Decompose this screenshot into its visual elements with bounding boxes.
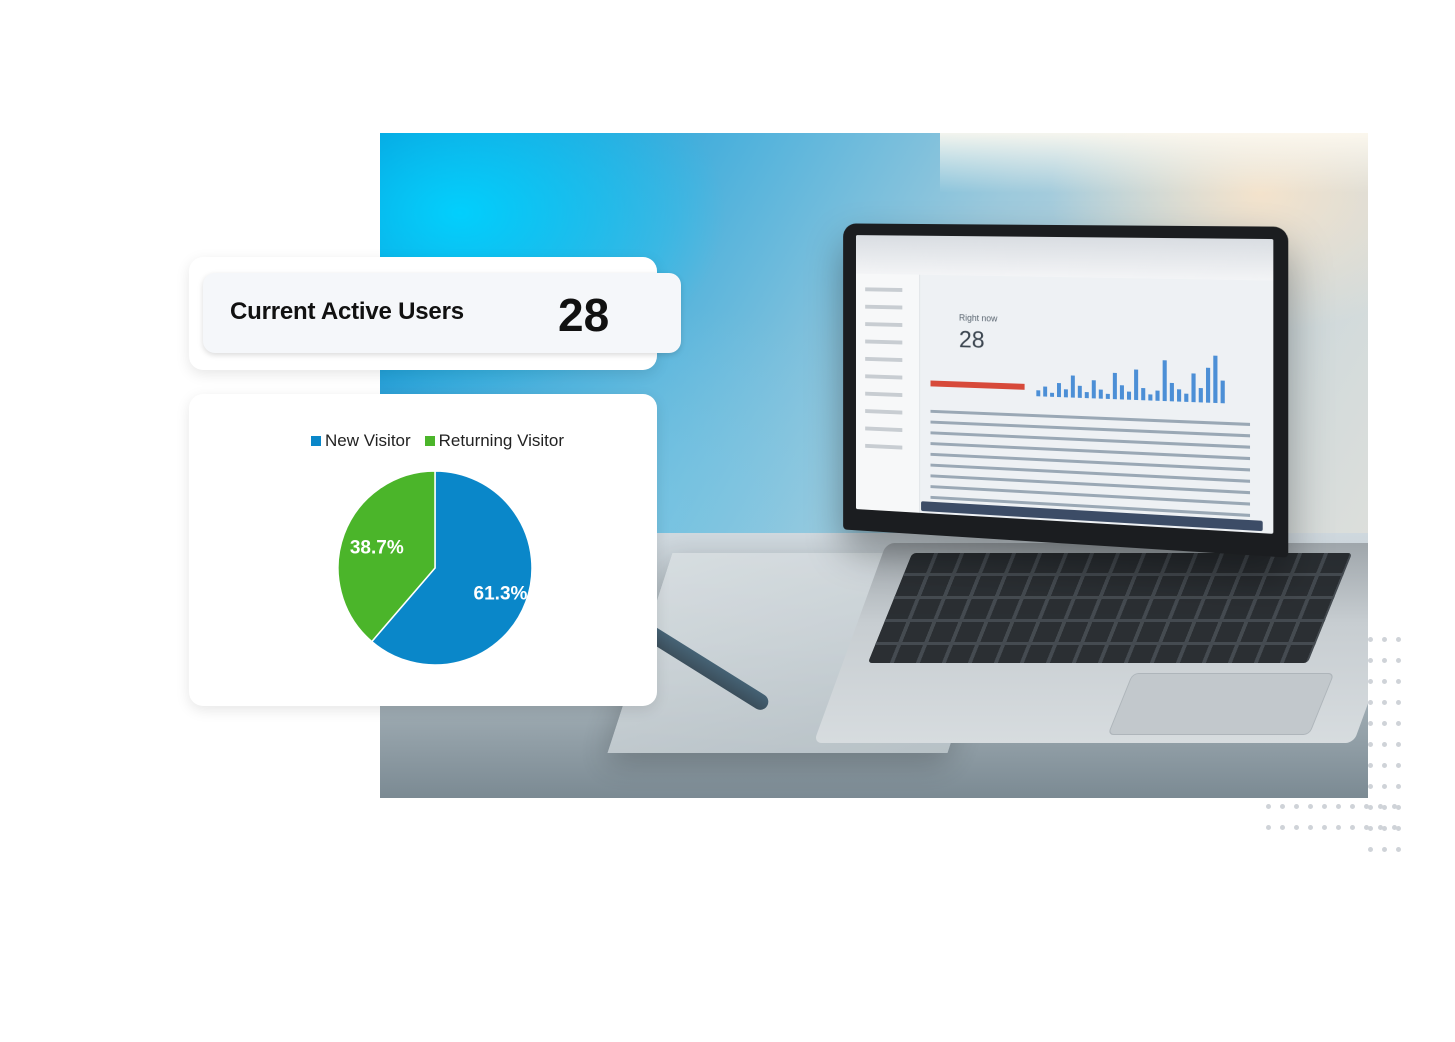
screen-chart-bar	[1063, 389, 1068, 398]
decoration-dot	[1368, 679, 1373, 684]
decoration-dot	[1396, 784, 1401, 789]
decoration-dot	[1392, 825, 1397, 830]
legend-item-new-visitor: New Visitor	[311, 431, 411, 451]
hero-stage: Right now 28 Current Active Users 28 New…	[0, 0, 1455, 1042]
decoration-dot	[1382, 847, 1387, 852]
right-now-value: 28	[958, 326, 985, 354]
decoration-dot	[1280, 804, 1285, 809]
legend-label-returning-visitor: Returning Visitor	[438, 431, 565, 450]
screen-chart-bar	[1191, 373, 1196, 403]
pie-label-new-visitor: 61.3%	[474, 583, 528, 604]
decoration-dot	[1322, 825, 1327, 830]
legend-label-new-visitor: New Visitor	[325, 431, 411, 450]
decoration-dot	[1308, 804, 1313, 809]
screen-chart-bar	[1198, 387, 1203, 403]
decoration-dot	[1396, 742, 1401, 747]
pageviews-chart	[1036, 307, 1239, 404]
screen-chart-bar	[1126, 391, 1132, 400]
decoration-dot	[1368, 742, 1373, 747]
screen-chart-bar	[1112, 372, 1117, 400]
decoration-dot	[1378, 825, 1383, 830]
decoration-dot	[1308, 825, 1313, 830]
screen-chart-bar	[1162, 360, 1167, 402]
legend-swatch-returning-visitor	[424, 436, 435, 446]
screen-chart-bar	[1177, 389, 1182, 402]
active-users-count: 28	[558, 289, 610, 341]
decoration-dot	[1382, 658, 1387, 663]
screen-chart-bar	[1077, 385, 1082, 398]
top-referrals-table	[930, 402, 1251, 518]
visitor-pie-chart: 61.3% 38.7%	[337, 470, 533, 666]
screen-chart-bar	[1134, 369, 1139, 401]
decoration-dot	[1382, 721, 1387, 726]
decoration-dot	[1322, 804, 1327, 809]
decoration-dot	[1336, 825, 1341, 830]
decoration-dot	[1382, 784, 1387, 789]
decoration-dot	[1396, 637, 1401, 642]
right-now-label: Right now	[958, 312, 998, 324]
decoration-dot	[1364, 825, 1369, 830]
decoration-dot	[1336, 804, 1341, 809]
decoration-dot	[1294, 825, 1299, 830]
screen-chart-bar	[1050, 392, 1055, 397]
screen-chart-bar	[1119, 385, 1124, 400]
screen-chart-bar	[1091, 380, 1096, 399]
screen-chart-bar	[1105, 393, 1110, 399]
decoration-dot	[1364, 804, 1369, 809]
decoration-dot	[1368, 637, 1373, 642]
window-glow	[940, 133, 1368, 193]
decoration-dot	[1392, 804, 1397, 809]
decoration-dot	[1368, 763, 1373, 768]
screen-chart-bar	[1141, 387, 1146, 401]
laptop-trackpad	[1107, 673, 1335, 735]
decoration-dot	[1368, 784, 1373, 789]
screen-chart-bar	[1205, 367, 1211, 403]
decoration-dot	[1396, 679, 1401, 684]
chart-legend: New Visitor Returning Visitor	[311, 430, 564, 452]
decoration-dot	[1280, 825, 1285, 830]
decoration-dot	[1378, 804, 1383, 809]
screen-chart-bar	[1036, 390, 1041, 397]
decoration-dot	[1382, 637, 1387, 642]
decoration-dot	[1266, 825, 1271, 830]
decoration-dot	[1368, 700, 1373, 705]
legend-item-returning-visitor: Returning Visitor	[424, 431, 565, 451]
screen-chart-bar	[1213, 355, 1218, 404]
decoration-dot	[1350, 804, 1355, 809]
screen-chart-bar	[1155, 390, 1160, 401]
screen-chart-bar	[1084, 392, 1089, 399]
screen-chart-bar	[1070, 375, 1075, 398]
legend-swatch-new-visitor	[311, 436, 321, 446]
analytics-sidebar	[855, 273, 921, 513]
decoration-dot	[1396, 763, 1401, 768]
decoration-dot	[1396, 700, 1401, 705]
screen-chart-bar	[1169, 382, 1174, 402]
decoration-dot	[1382, 679, 1387, 684]
decoration-dot	[1368, 658, 1373, 663]
decoration-dot	[1382, 763, 1387, 768]
decoration-dot	[1368, 847, 1373, 852]
laptop-screen: Right now 28	[843, 223, 1289, 558]
decoration-dot	[1396, 847, 1401, 852]
analytics-display: Right now 28	[855, 235, 1274, 534]
screen-chart-bar	[1148, 394, 1153, 401]
decoration-dot	[1396, 658, 1401, 663]
screen-chart-bar	[1098, 389, 1103, 399]
decoration-dot	[1294, 804, 1299, 809]
decoration-dot	[1350, 825, 1355, 830]
screen-chart-bar	[1057, 383, 1061, 398]
decoration-dot	[1368, 721, 1373, 726]
laptop-keyboard	[867, 553, 1353, 663]
device-bar	[930, 380, 1025, 390]
decoration-dot	[1382, 700, 1387, 705]
screen-chart-bar	[1043, 386, 1048, 397]
decoration-dot	[1382, 742, 1387, 747]
decoration-dot	[1266, 804, 1271, 809]
pie-label-returning-visitor: 38.7%	[350, 537, 404, 558]
screen-chart-bar	[1220, 380, 1225, 404]
decoration-dot	[1396, 721, 1401, 726]
active-users-label: Current Active Users	[230, 298, 464, 325]
screen-chart-bar	[1184, 393, 1189, 402]
